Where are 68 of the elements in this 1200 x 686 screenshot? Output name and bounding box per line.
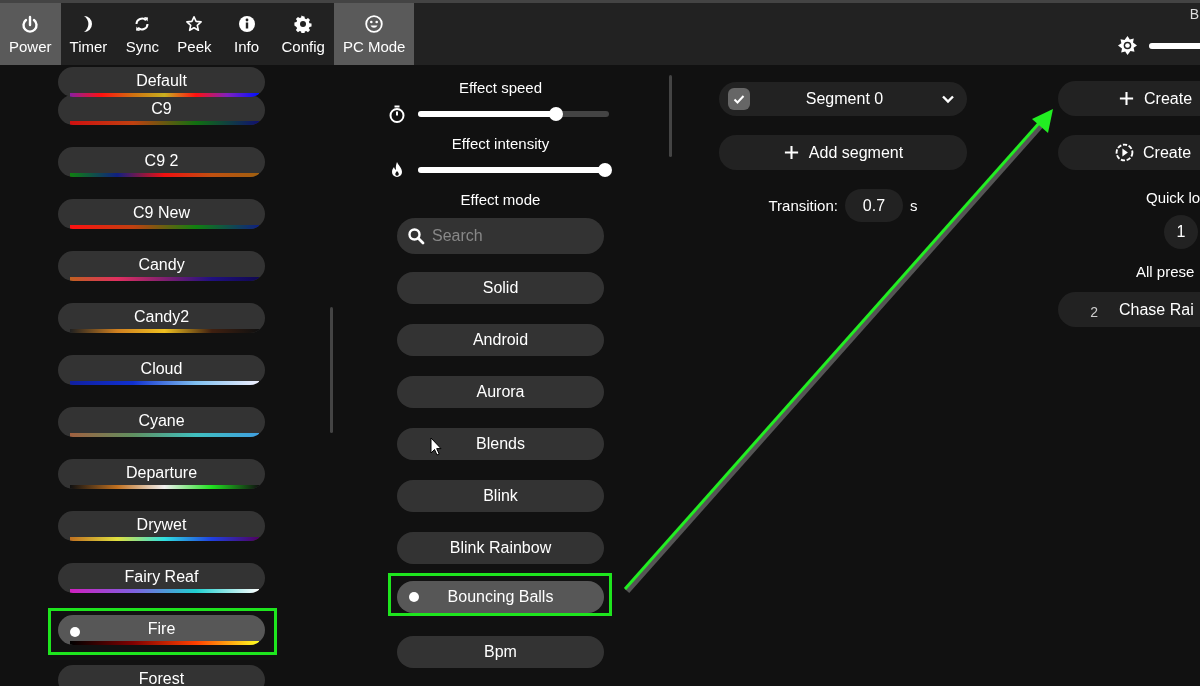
settings-icon — [294, 15, 313, 33]
preset-number: 2 — [1089, 303, 1099, 320]
slider-thumb[interactable] — [548, 107, 563, 121]
nav-tab[interactable]: Power — [0, 3, 61, 65]
brightness-slider[interactable] — [1149, 42, 1200, 49]
effect-item[interactable]: Bouncing Balls — [397, 581, 604, 613]
segment-name: Segment 0 — [804, 90, 885, 108]
palette-item[interactable]: C9 — [58, 95, 265, 125]
palette-item[interactable]: Default — [58, 67, 265, 97]
nav-tab[interactable]: Info — [220, 3, 273, 65]
power-icon — [21, 15, 40, 33]
palette-item[interactable]: Departure — [58, 459, 265, 489]
effect-item[interactable]: Blink — [397, 480, 604, 512]
preset-item[interactable]: 2 Chase Rai — [1058, 292, 1200, 327]
selected-dot — [70, 627, 80, 637]
create-preset-button[interactable]: Create — [1058, 81, 1200, 116]
effect-item[interactable]: Android — [397, 324, 604, 356]
plus-icon — [1118, 90, 1135, 107]
quick-load-button[interactable]: 1 — [1164, 215, 1198, 249]
effect-item[interactable]: Blink Rainbow — [397, 532, 604, 564]
effect-item[interactable]: Blends — [397, 428, 604, 460]
nav-tab[interactable]: Peek — [168, 3, 221, 65]
palette-item[interactable]: Candy2 — [58, 303, 265, 333]
add-segment-button[interactable]: Add segment — [719, 135, 967, 170]
nav-tab[interactable]: PC Mode — [333, 3, 415, 65]
unit-label: s — [910, 197, 918, 214]
info-icon — [237, 15, 256, 33]
effect-item[interactable]: Aurora — [397, 376, 604, 408]
brightness-label: B — [1188, 6, 1199, 22]
effect-item[interactable]: Solid — [397, 272, 604, 304]
star-icon — [185, 15, 204, 33]
slider-label: Effect intensity — [451, 135, 550, 152]
nav-tab[interactable]: Sync — [116, 3, 169, 65]
scrollbar[interactable] — [330, 307, 333, 433]
segment-header[interactable]: Segment 0 — [719, 82, 967, 116]
nav-tab[interactable]: Timer — [60, 3, 117, 65]
plus-icon — [782, 144, 800, 161]
palette-item[interactable]: Fairy Reaf — [58, 563, 265, 593]
slider-thumb[interactable] — [598, 163, 613, 177]
search-field[interactable]: Search — [397, 218, 604, 254]
mouse-pointer-icon — [430, 437, 442, 456]
palette-item[interactable]: C9 New — [58, 199, 265, 229]
nav-tab[interactable]: Config — [272, 3, 334, 65]
preset-name: Chase Rai — [1119, 300, 1194, 319]
palette-item[interactable]: C9 2 — [58, 147, 265, 177]
section-label: All prese — [1135, 263, 1196, 281]
checkbox[interactable] — [728, 88, 750, 110]
scrollbar[interactable] — [669, 75, 672, 157]
selected-dot — [409, 592, 419, 602]
transition-label: Transition: — [768, 197, 838, 214]
palette-item[interactable]: Cyane — [58, 407, 265, 437]
slider-label: Effect speed — [458, 79, 543, 96]
palette-item[interactable]: Forest — [58, 665, 265, 686]
stopwatch-icon — [388, 105, 406, 123]
brightness-icon — [1118, 36, 1137, 55]
palette-item[interactable]: Cloud — [58, 355, 265, 385]
search-icon — [407, 227, 425, 245]
smiley-icon — [365, 15, 384, 33]
palette-item[interactable]: Drywet — [58, 511, 265, 541]
section-label: Effect mode — [460, 191, 541, 208]
palette-item[interactable]: Candy — [58, 251, 265, 281]
section-label: Quick lo — [1145, 189, 1200, 207]
palette-item[interactable]: Fire — [58, 615, 265, 645]
transition-field[interactable]: 0.7 — [845, 189, 903, 222]
moon-icon — [83, 15, 94, 33]
create-playlist-button[interactable]: Create — [1058, 135, 1200, 170]
play-circle-icon — [1115, 143, 1134, 162]
effect-item[interactable]: Bpm — [397, 636, 604, 668]
